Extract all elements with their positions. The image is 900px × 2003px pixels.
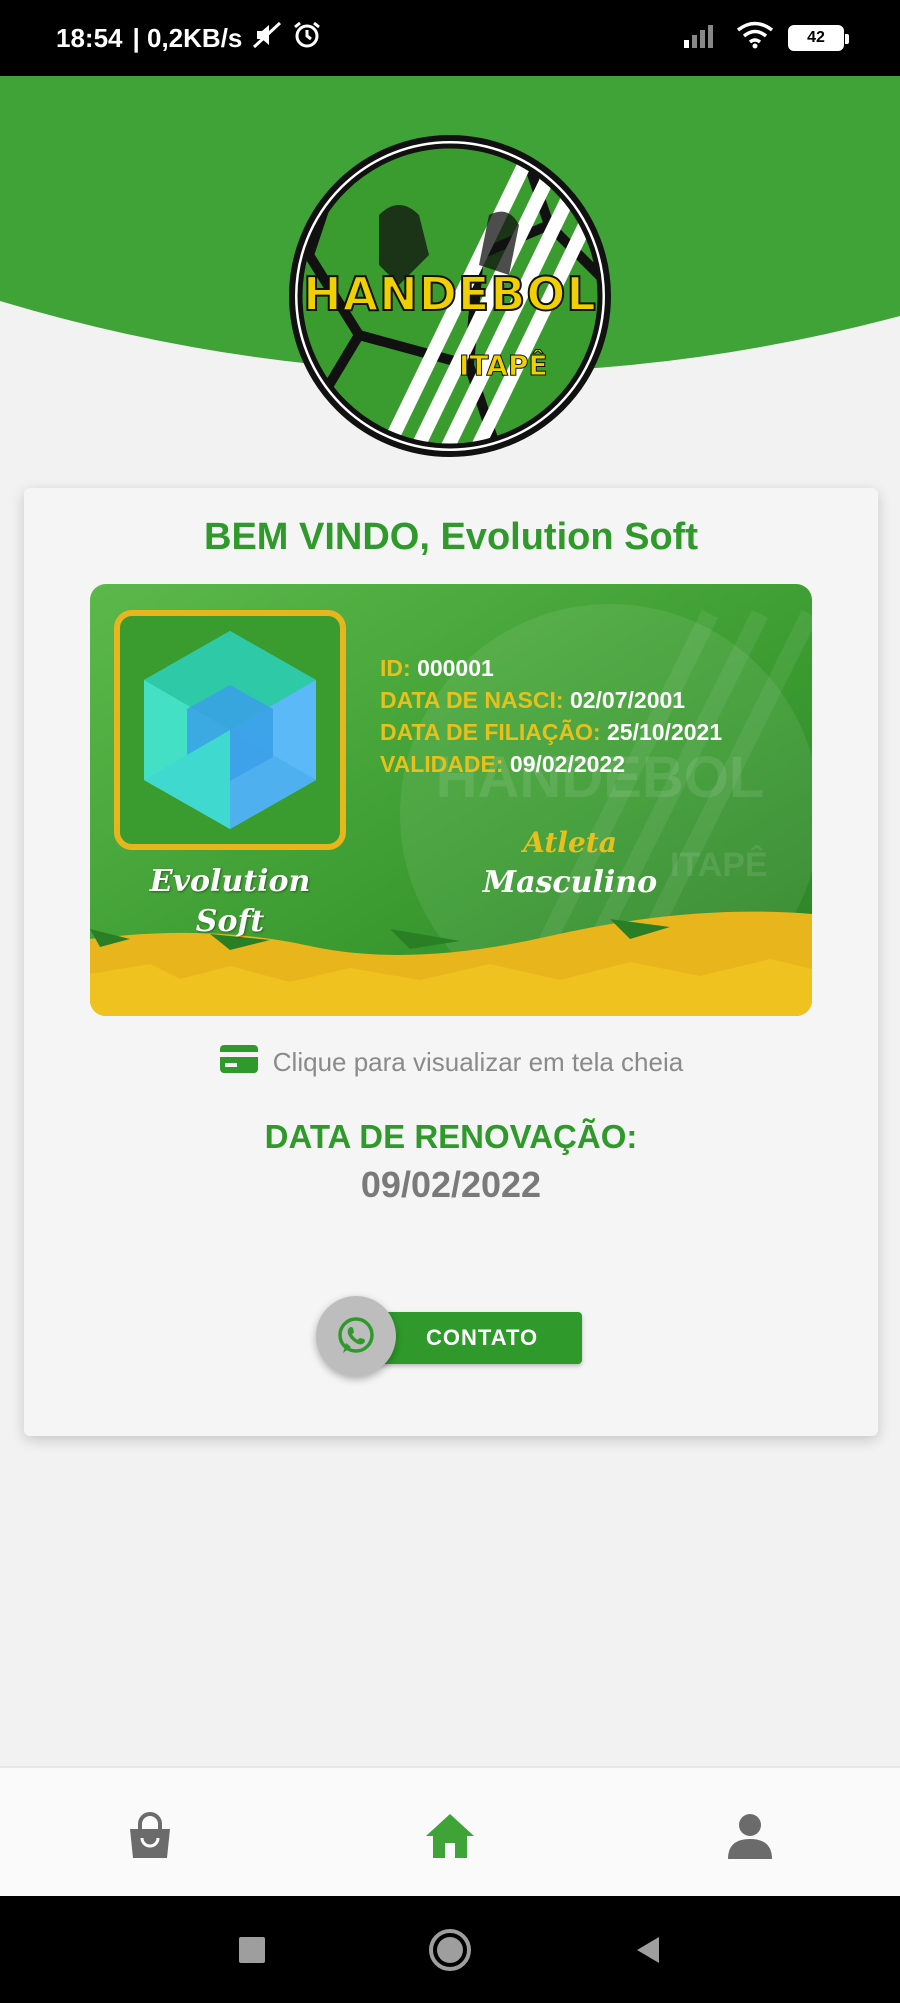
renewal-title: DATA DE RENOVAÇÃO: <box>264 1118 638 1155</box>
wifi-icon <box>736 21 774 56</box>
category-label: Atleta <box>523 826 617 859</box>
shopping-bag-icon <box>130 1812 170 1858</box>
member-name-line2: Soft <box>195 904 265 939</box>
main-card: BEM VINDO, Evolution Soft HANDEBOL ITAPÊ… <box>24 488 878 1436</box>
member-photo <box>114 610 346 850</box>
contact-label: CONTATO <box>426 1325 539 1350</box>
evolution-soft-logo-icon <box>144 631 316 829</box>
status-bar: 18:54 | 0,2KB/s 42 <box>0 0 900 76</box>
member-name: Evolution Soft <box>110 862 350 942</box>
info-value: 25/10/2021 <box>607 719 723 745</box>
bottom-navigation <box>0 1766 900 1896</box>
info-row-affiliation-date: DATA DE FILIAÇÃO: 25/10/2021 <box>380 716 722 748</box>
member-info: ID: 000001 DATA DE NASCI: 02/07/2001 DAT… <box>380 652 722 780</box>
battery-icon: 42 <box>788 25 849 51</box>
info-label: VALIDADE: <box>380 751 504 777</box>
home-icon <box>426 1814 474 1858</box>
handebol-logo: HANDEBOL ITAPÊ <box>289 135 611 457</box>
info-row-birth-date: DATA DE NASCI: 02/07/2001 <box>380 684 722 716</box>
contact-button[interactable]: CONTATO <box>316 1296 586 1376</box>
recents-icon[interactable] <box>228 1926 276 1974</box>
battery-level: 42 <box>807 29 825 46</box>
member-card[interactable]: HANDEBOL ITAPÊ Evolution Soft ID: 000001… <box>90 584 812 1016</box>
network-speed: | 0,2KB/s <box>132 22 243 53</box>
clock: 18:54 <box>56 22 123 53</box>
logo-sub-text: ITAPÊ <box>459 349 549 383</box>
fullscreen-hint[interactable]: Clique para visualizar em tela cheia <box>24 1044 878 1081</box>
user-icon <box>728 1814 772 1859</box>
member-name-line1: Evolution <box>149 864 311 899</box>
mute-icon <box>252 21 282 56</box>
info-value: 000001 <box>417 655 494 681</box>
info-value: 09/02/2022 <box>509 751 626 777</box>
logo-main-text: HANDEBOL <box>302 266 597 322</box>
system-navigation-bar <box>0 1896 900 2003</box>
info-label: DATA DE FILIAÇÃO: <box>380 719 601 745</box>
fullscreen-hint-text: Clique para visualizar em tela cheia <box>272 1047 684 1077</box>
nav-profile[interactable] <box>720 1806 780 1866</box>
alarm-icon <box>292 21 322 56</box>
whatsapp-icon <box>316 1296 396 1376</box>
info-label: ID: <box>380 655 411 681</box>
back-icon[interactable] <box>624 1926 672 1974</box>
signal-icon <box>682 22 722 55</box>
info-value: 02/07/2001 <box>569 687 686 713</box>
credit-card-icon <box>219 1044 259 1081</box>
home-circle-icon[interactable] <box>426 1926 474 1974</box>
info-row-validity: VALIDADE: 09/02/2022 <box>380 748 722 780</box>
nav-shop[interactable] <box>120 1806 180 1866</box>
renewal-date: 09/02/2022 <box>360 1164 542 1205</box>
gender-label: Masculino <box>482 865 658 900</box>
welcome-title: BEM VINDO, Evolution Soft <box>204 516 698 558</box>
info-row-id: ID: 000001 <box>380 652 722 684</box>
member-category: Atleta Masculino <box>450 824 690 904</box>
nav-home[interactable] <box>420 1806 480 1866</box>
info-label: DATA DE NASCI: <box>380 687 564 713</box>
